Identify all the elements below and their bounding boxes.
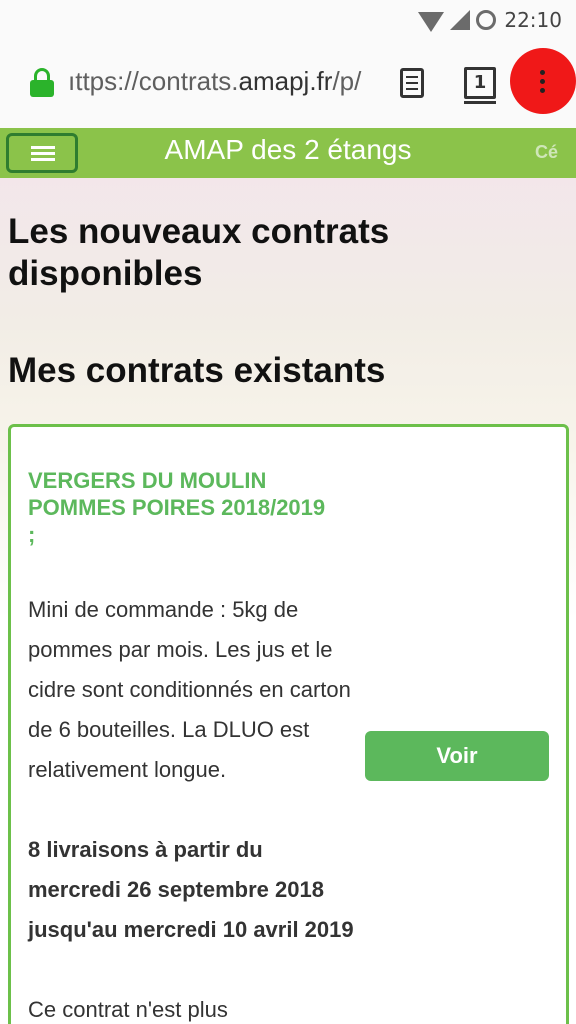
url-domain: amapj.fr <box>238 66 333 96</box>
battery-icon <box>476 10 497 30</box>
contract-description: Mini de commande : 5kg de pommes par moi… <box>28 597 351 782</box>
url-field[interactable]: ıttps://contrats.amapj.fr/p/ <box>68 66 376 102</box>
browser-toolbar: ıttps://contrats.amapj.fr/p/ 1 <box>0 40 576 128</box>
site-title: AMAP des 2 étangs <box>164 134 412 165</box>
menu-dot <box>540 88 545 93</box>
site-header: AMAP des 2 étangs Cé <box>0 128 576 178</box>
status-time: 22:10 <box>504 8 562 32</box>
contract-dates: 8 livraisons à partir du mercredi 26 sep… <box>28 837 354 942</box>
menu-dot <box>540 79 545 84</box>
voir-button[interactable]: Voir <box>365 731 549 781</box>
browser-menu-button[interactable] <box>510 48 576 114</box>
reader-mode-icon[interactable] <box>400 68 424 98</box>
url-prefix: ıttps://contrats. <box>68 66 239 96</box>
user-name[interactable]: Cé <box>535 142 558 163</box>
status-icons: 22:10 <box>418 6 562 34</box>
menu-dots-icon <box>540 70 545 75</box>
signal-icon <box>450 10 471 30</box>
status-bar: 22:10 <box>0 0 576 40</box>
contract-status: Ce contrat n'est plus <box>28 997 228 1022</box>
wifi-icon <box>418 12 445 32</box>
lock-icon[interactable] <box>30 68 54 98</box>
web-page: AMAP des 2 étangs Cé Les nouveaux contra… <box>0 128 576 1024</box>
contract-title: VERGERS DU MOULIN POMMES POIRES 2018/201… <box>28 468 326 547</box>
url-suffix: /p/ <box>332 66 362 96</box>
tabs-count-button[interactable]: 1 <box>464 67 496 104</box>
contract-card: VERGERS DU MOULIN POMMES POIRES 2018/201… <box>8 424 569 1024</box>
new-contracts-heading: Les nouveaux contrats disponibles <box>8 212 390 293</box>
existing-contracts-heading: Mes contrats existants <box>8 351 386 390</box>
